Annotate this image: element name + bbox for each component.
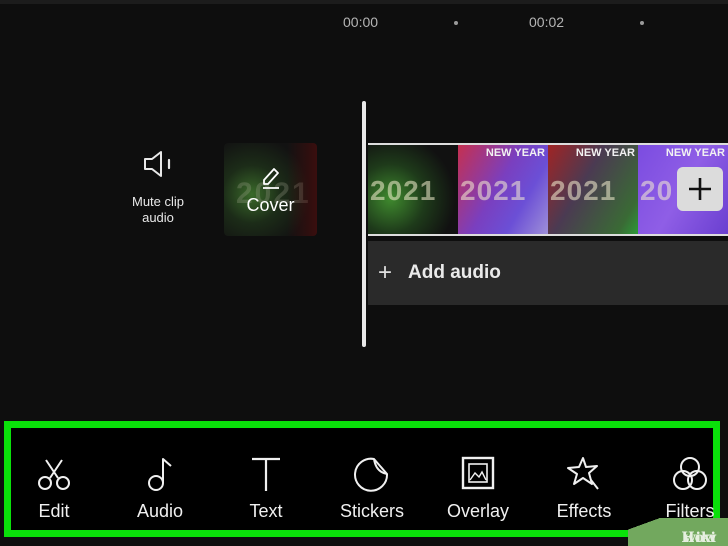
ruler-time-label: 00:02 bbox=[529, 14, 565, 30]
watermark-how: How bbox=[681, 530, 716, 546]
clip-frame: NEW YEAR 2021 bbox=[548, 145, 638, 234]
toolbar-item-label: Edit bbox=[38, 501, 70, 521]
toolbar-item-filters[interactable]: Filters bbox=[640, 428, 728, 530]
timeline-ruler[interactable]: 00:00 00:02 bbox=[0, 0, 728, 44]
filters-icon bbox=[673, 457, 707, 490]
music-note-icon bbox=[148, 458, 172, 491]
ruler-time-label: 00:00 bbox=[343, 14, 379, 30]
toolbar-item-text[interactable]: Text bbox=[216, 428, 316, 530]
cover-button[interactable]: 2021 Cover bbox=[224, 143, 317, 236]
bottom-toolbar: Edit Audio Text Stickers Overlay Effects… bbox=[4, 421, 720, 537]
add-clip-button[interactable] bbox=[677, 167, 723, 211]
wikihow-watermark: wiki How bbox=[628, 518, 728, 546]
frame-year: 2021 bbox=[460, 175, 527, 206]
clip-frame: 2021 bbox=[368, 145, 458, 234]
add-audio-label: Add audio bbox=[408, 262, 501, 283]
toolbar-item-label: Overlay bbox=[446, 501, 509, 521]
toolbar-item-effects[interactable]: Effects bbox=[534, 428, 634, 530]
frame-banner: NEW YEAR bbox=[575, 147, 635, 159]
cover-label: Cover bbox=[246, 195, 295, 215]
toolbar-item-edit[interactable]: Edit bbox=[4, 428, 104, 530]
toolbar-item-audio[interactable]: Audio bbox=[110, 428, 210, 530]
plus-icon bbox=[689, 178, 711, 200]
star-wand-icon bbox=[567, 457, 599, 490]
speaker-icon bbox=[144, 151, 171, 177]
ruler-dot bbox=[640, 21, 644, 25]
mute-clip-audio-label: Mute clip audio bbox=[131, 194, 185, 225]
toolbar-item-label: Stickers bbox=[339, 501, 404, 521]
add-audio-button[interactable]: + Add audio bbox=[368, 241, 728, 305]
frame-banner: NEW YEAR bbox=[665, 147, 725, 159]
ruler-dot bbox=[454, 21, 458, 25]
frame-banner: NEW YEAR bbox=[485, 147, 545, 159]
toolbar-item-label: Effects bbox=[556, 501, 612, 521]
toolbar-item-label: Text bbox=[249, 501, 283, 521]
plus-icon: + bbox=[378, 259, 393, 286]
toolbar-item-stickers[interactable]: Stickers bbox=[322, 428, 422, 530]
overlay-icon bbox=[461, 456, 495, 490]
frame-year: 2021 bbox=[550, 175, 617, 206]
pencil-icon bbox=[224, 165, 317, 194]
video-clip-track[interactable]: 2021 NEW YEAR 2021 NEW YEAR 2021 NEW YEA… bbox=[368, 143, 728, 236]
clip-frame: NEW YEAR 2021 bbox=[458, 145, 548, 234]
scissors-icon bbox=[38, 459, 70, 490]
playhead[interactable] bbox=[362, 101, 366, 347]
sticker-icon bbox=[354, 457, 389, 492]
text-icon bbox=[252, 457, 280, 491]
mute-clip-audio-button[interactable]: Mute clip audio bbox=[118, 150, 198, 226]
toolbar-item-overlay[interactable]: Overlay bbox=[428, 428, 528, 530]
frame-year: 20 bbox=[640, 175, 674, 206]
frame-year: 2021 bbox=[370, 175, 437, 206]
toolbar-item-label: Audio bbox=[136, 501, 184, 521]
